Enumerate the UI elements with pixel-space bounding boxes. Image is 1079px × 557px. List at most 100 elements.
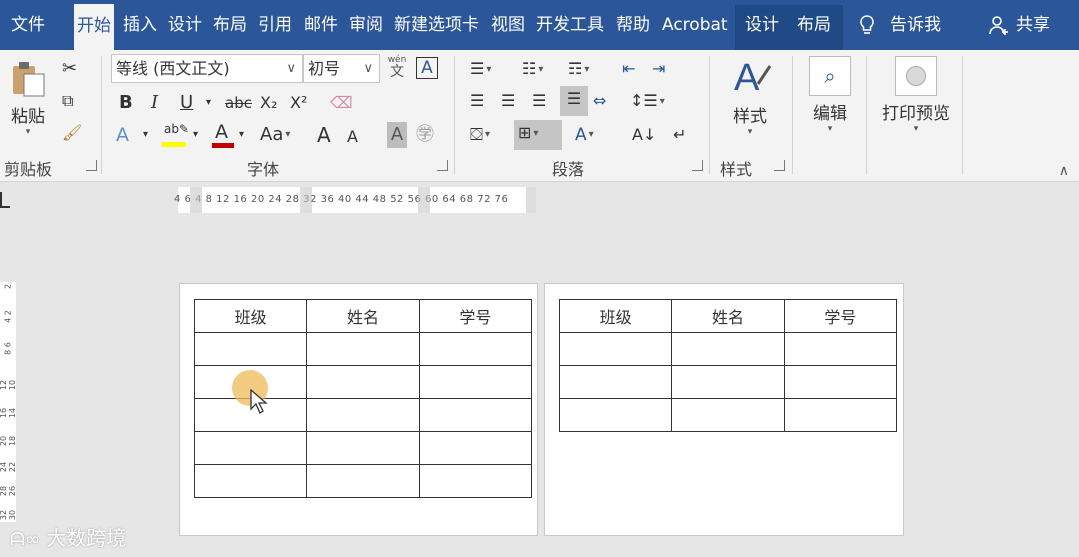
- header-cell-name[interactable]: 姓名: [671, 299, 785, 333]
- document-page-2[interactable]: 班级 姓名 学号: [544, 283, 904, 536]
- table-cell[interactable]: [783, 398, 898, 432]
- align-center-icon[interactable]: ☰: [501, 88, 515, 114]
- tab-mailings[interactable]: 邮件: [304, 5, 338, 45]
- character-shading-icon[interactable]: A: [387, 122, 407, 148]
- table-cell[interactable]: [306, 332, 420, 366]
- ruler-column-marker[interactable]: [526, 187, 536, 213]
- bullets-icon[interactable]: ☰ ▾: [470, 56, 491, 82]
- line-spacing-icon[interactable]: ↕☰ ▾: [630, 88, 665, 114]
- tab-layout[interactable]: 布局: [213, 5, 247, 45]
- tab-file[interactable]: 文件: [11, 5, 45, 45]
- styles-button[interactable]: A 样式 ▾: [722, 56, 778, 137]
- show-formatting-icon[interactable]: ↵: [673, 122, 686, 148]
- tab-design[interactable]: 设计: [168, 5, 202, 45]
- align-right-icon[interactable]: ☰: [532, 88, 546, 114]
- table-cell[interactable]: [193, 332, 308, 366]
- tab-references[interactable]: 引用: [258, 5, 292, 45]
- tab-table-layout[interactable]: 布局: [797, 5, 831, 45]
- paragraph-launcher-icon[interactable]: [692, 160, 703, 171]
- table-cell[interactable]: [306, 431, 420, 465]
- tab-view[interactable]: 视图: [491, 5, 525, 45]
- tab-developer[interactable]: 开发工具: [536, 5, 604, 45]
- highlight-color-button[interactable]: ab✎: [161, 122, 189, 148]
- subscript-button[interactable]: X₂: [260, 90, 277, 116]
- header-cell-class[interactable]: 班级: [193, 299, 308, 333]
- font-name-combo[interactable]: 等线 (西文正文) ∨: [111, 54, 303, 83]
- horizontal-ruler[interactable]: 4 6 4 8 12 16 20 24 28 32 36 40 44 48 52…: [174, 187, 536, 213]
- justify-icon[interactable]: ☰: [560, 86, 588, 116]
- tab-review[interactable]: 审阅: [349, 5, 383, 45]
- numbering-icon[interactable]: ☷ ▾: [522, 56, 543, 82]
- distributed-icon[interactable]: ⇔: [593, 88, 606, 114]
- tab-home[interactable]: 开始: [74, 4, 114, 50]
- copy-icon[interactable]: ⧉: [62, 88, 73, 114]
- font-size-combo[interactable]: 初号 ∨: [303, 54, 380, 83]
- print-preview-button[interactable]: 打印预览 ▾: [876, 56, 956, 134]
- tab-table-design[interactable]: 设计: [745, 5, 779, 45]
- table-cell[interactable]: [418, 365, 533, 399]
- change-case-button[interactable]: Aa ▾: [260, 122, 290, 148]
- table-cell[interactable]: [783, 365, 898, 399]
- chinese-layout-icon[interactable]: A ▾: [575, 122, 594, 148]
- header-cell-id[interactable]: 学号: [783, 299, 898, 333]
- table-cell[interactable]: [306, 365, 420, 399]
- text-effects-icon[interactable]: A: [116, 122, 129, 148]
- header-cell-name[interactable]: 姓名: [306, 299, 420, 333]
- table-cell[interactable]: [558, 332, 673, 366]
- table-cell[interactable]: [418, 398, 533, 432]
- ruler-column-marker[interactable]: [300, 187, 312, 213]
- table-cell[interactable]: [418, 431, 533, 465]
- table-cell[interactable]: [671, 398, 785, 432]
- decrease-indent-icon[interactable]: ⇤: [622, 56, 635, 82]
- shrink-font-button[interactable]: A: [347, 124, 358, 150]
- shading-bucket-icon[interactable]: ⛋ ▾: [470, 122, 490, 148]
- ruler-column-marker[interactable]: [418, 187, 430, 213]
- collapse-ribbon-icon[interactable]: ∧: [1059, 163, 1069, 179]
- character-border-button[interactable]: A: [416, 57, 438, 79]
- align-left-icon[interactable]: ☰: [470, 88, 484, 114]
- vertical-ruler[interactable]: 2 4 2 8 6 12 10 16 14 20 18 24 22 28 26 …: [0, 282, 17, 522]
- tab-new-tab[interactable]: 新建选项卡: [394, 5, 479, 45]
- font-color-dropdown-icon[interactable]: ▾: [239, 122, 244, 148]
- table-cell[interactable]: [558, 398, 673, 432]
- table-cell[interactable]: [306, 398, 420, 432]
- tab-acrobat[interactable]: Acrobat: [662, 5, 728, 45]
- tab-help[interactable]: 帮助: [616, 5, 650, 45]
- superscript-button[interactable]: X²: [290, 90, 307, 116]
- tab-selector-icon[interactable]: [0, 192, 10, 208]
- strikethrough-button[interactable]: abc: [225, 90, 252, 116]
- tell-me-button[interactable]: 告诉我: [858, 5, 941, 45]
- editing-button[interactable]: ⌕ 编辑 ▾: [805, 56, 855, 134]
- table-cell[interactable]: [783, 332, 898, 366]
- styles-launcher-icon[interactable]: [774, 160, 785, 171]
- font-launcher-icon[interactable]: [437, 160, 448, 171]
- table-cell[interactable]: [193, 464, 308, 498]
- font-color-button[interactable]: A: [211, 121, 235, 148]
- italic-button[interactable]: I: [151, 90, 158, 116]
- share-button[interactable]: 共享: [988, 5, 1050, 45]
- format-painter-icon[interactable]: 🖌: [62, 120, 82, 146]
- bold-button[interactable]: B: [119, 90, 133, 116]
- underline-dropdown-icon[interactable]: ▾: [206, 90, 211, 116]
- header-cell-id[interactable]: 学号: [418, 299, 533, 333]
- table-cell[interactable]: [193, 431, 308, 465]
- table-2[interactable]: 班级 姓名 学号: [558, 299, 898, 432]
- table-cell[interactable]: [558, 365, 673, 399]
- document-page-1[interactable]: 班级 姓名 学号: [179, 283, 538, 536]
- sort-icon[interactable]: A↓: [632, 122, 656, 148]
- tab-insert[interactable]: 插入: [123, 5, 157, 45]
- clear-formatting-icon[interactable]: ⌫: [330, 90, 353, 116]
- ruler-indent-marker[interactable]: [190, 187, 202, 213]
- borders-icon[interactable]: ⊞ ▾: [514, 120, 562, 150]
- table-cell[interactable]: [418, 464, 533, 498]
- multilevel-list-icon[interactable]: ☶ ▾: [568, 56, 589, 82]
- table-cell[interactable]: [418, 332, 533, 366]
- table-cell[interactable]: [306, 464, 420, 498]
- clipboard-launcher-icon[interactable]: [86, 160, 97, 171]
- enclose-characters-icon[interactable]: ㊫: [416, 122, 434, 148]
- header-cell-class[interactable]: 班级: [558, 299, 673, 333]
- highlight-dropdown-icon[interactable]: ▾: [193, 122, 198, 148]
- cut-icon[interactable]: ✂: [62, 56, 77, 82]
- grow-font-button[interactable]: A: [317, 122, 331, 148]
- table-cell[interactable]: [671, 332, 785, 366]
